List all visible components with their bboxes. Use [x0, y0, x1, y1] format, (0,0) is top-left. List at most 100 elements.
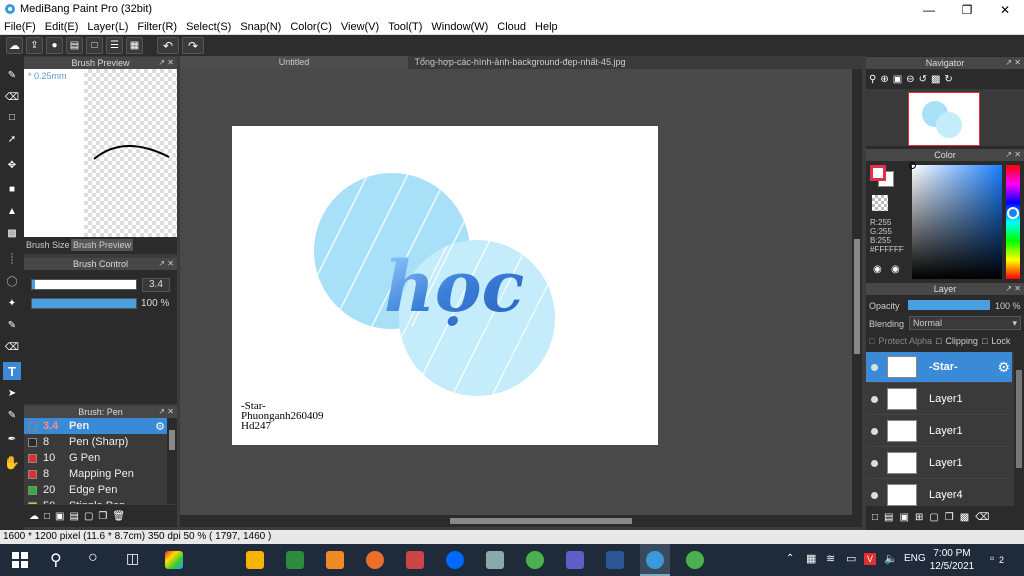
add-brush-icon[interactable]: ▣ [55, 511, 64, 522]
close-button[interactable]: ✕ [986, 0, 1024, 19]
hand-tool[interactable]: ✋ [3, 454, 21, 472]
eye-icon[interactable] [871, 491, 878, 499]
list-button[interactable]: ☰ [106, 37, 123, 54]
duplicate-icon[interactable]: ❐ [98, 511, 107, 522]
brush-item[interactable]: 20 Edge Pen [24, 482, 167, 498]
search-icon[interactable]: ⚲ [50, 550, 62, 570]
new-brush-icon[interactable]: □ [44, 511, 50, 522]
menu-select[interactable]: Select(S) [186, 21, 231, 33]
lasso-tool[interactable]: ◯ [3, 272, 21, 290]
color-square[interactable] [909, 162, 1002, 279]
palette-icon[interactable]: ◉ [873, 264, 882, 275]
cortana-icon[interactable]: ○ [88, 549, 98, 567]
eye-icon[interactable] [871, 363, 878, 371]
layer-list-scrollbar[interactable] [1014, 352, 1024, 506]
vivaldi-tray-icon[interactable]: V [864, 553, 876, 565]
scroll-thumb[interactable] [169, 430, 175, 450]
eyedropper-tool[interactable]: ✒ [3, 430, 21, 448]
medibang-taskbar-button[interactable] [640, 544, 670, 576]
menu-snap[interactable]: Snap(N) [240, 21, 281, 33]
cloud-button[interactable]: ☁ [6, 37, 23, 54]
eraser-tool[interactable]: ⌫ [3, 88, 21, 106]
merge-layer-icon[interactable]: ▩ [960, 512, 969, 523]
primary-color[interactable] [870, 165, 886, 181]
brush-settings-icon[interactable]: ▤ [70, 511, 79, 522]
zoom-in-icon[interactable]: ⊕ [880, 74, 888, 85]
text-tool[interactable]: T [3, 362, 21, 380]
operation-tool[interactable]: ➤ [3, 384, 21, 402]
layer-folder-icon[interactable]: ▢ [929, 512, 938, 523]
vertical-scrollbar[interactable] [852, 69, 862, 515]
menu-cloud[interactable]: Cloud [497, 21, 526, 33]
new-halftone-layer-icon[interactable]: ▤ [884, 512, 893, 523]
teams-icon[interactable] [566, 551, 584, 569]
select-pen-tool[interactable]: ✎ [3, 316, 21, 334]
share-button[interactable]: ⇪ [26, 37, 43, 54]
grid-button[interactable]: ▦ [126, 37, 143, 54]
select-rect-tool[interactable]: ┊ [3, 250, 21, 268]
menu-view[interactable]: View(V) [341, 21, 379, 33]
app-green-icon[interactable] [526, 551, 544, 569]
hscroll-thumb[interactable] [450, 518, 632, 524]
rectangle-tool[interactable]: □ [3, 108, 21, 126]
undo-button[interactable]: ↶ [157, 37, 179, 54]
app-gray-icon[interactable] [486, 551, 504, 569]
size-slider[interactable] [31, 279, 137, 290]
maximize-button[interactable]: ❐ [948, 0, 986, 19]
panel-buttons[interactable]: ↗ ✕ [1005, 57, 1021, 69]
protect-alpha-checkbox[interactable]: □ [869, 336, 874, 346]
app-green2-icon[interactable] [686, 551, 704, 569]
bucket-tool[interactable]: ▲ [3, 202, 21, 220]
magic-wand-tool[interactable]: ✦ [3, 294, 21, 312]
redo-button[interactable]: ↷ [182, 37, 204, 54]
brush-item[interactable]: 50 Stipple Pen [24, 498, 167, 504]
divide-tool[interactable]: ✎ [3, 406, 21, 424]
fit-window-icon[interactable]: ▩ [931, 74, 940, 85]
clock[interactable]: 7:00 PM 12/5/2021 [928, 547, 976, 573]
layer-row[interactable]: -Star- ⚙ [866, 352, 1012, 383]
comment-button[interactable]: ● [46, 37, 63, 54]
app-sublime-icon[interactable] [366, 551, 384, 569]
clipping-checkbox[interactable]: □ [936, 336, 941, 346]
menu-filter[interactable]: Filter(R) [137, 21, 177, 33]
panel-buttons[interactable]: ↗ ✕ [158, 57, 174, 69]
brush-item[interactable]: 8 Pen (Sharp) [24, 434, 167, 450]
blending-select[interactable]: Normal ▾ [909, 316, 1021, 330]
tab-brush-size[interactable]: Brush Size [26, 240, 70, 250]
chrome-icon[interactable] [165, 551, 183, 569]
horizontal-scrollbar[interactable] [180, 515, 862, 527]
fill-rect-tool[interactable]: ■ [3, 180, 21, 198]
file-explorer-icon[interactable] [246, 551, 264, 569]
panel-buttons[interactable]: ↗ ✕ [1005, 149, 1021, 161]
duplicate-layer-icon[interactable]: ❐ [945, 512, 954, 523]
show-hidden-icons[interactable]: ⌃ [786, 553, 794, 564]
minimize-button[interactable]: — [910, 0, 948, 19]
zalo-icon[interactable] [446, 551, 464, 569]
task-view-icon[interactable]: ◫ [126, 550, 139, 567]
zoom-actual-icon[interactable]: ▣ [893, 74, 902, 85]
layer-opacity-slider[interactable] [908, 300, 990, 310]
notification-button[interactable]: ▫ 2 [990, 551, 1006, 567]
brush-item[interactable]: 8 Mapping Pen [24, 466, 167, 482]
tablet-icon[interactable]: ▦ [806, 552, 816, 565]
opacity-slider[interactable] [31, 298, 137, 309]
add-layer-icon[interactable]: ⊞ [915, 512, 923, 523]
navigator-preview[interactable] [866, 89, 1024, 146]
menu-file[interactable]: File(F) [4, 21, 36, 33]
trash-icon[interactable]: 🗑 [112, 511, 125, 522]
volume-icon[interactable]: 🔈 [884, 552, 898, 565]
brush-tool[interactable]: ✎ [3, 66, 21, 84]
layer-row[interactable]: Layer1 [866, 448, 1012, 479]
menu-help[interactable]: Help [535, 21, 558, 33]
hue-cursor[interactable] [1007, 207, 1019, 219]
document-canvas[interactable]: học -Star- Phuonganh260409 Hd247 [232, 126, 658, 445]
zoom-out-icon[interactable]: ⊖ [906, 74, 914, 85]
tab-untitled[interactable]: Untitled [180, 56, 408, 69]
transparent-color[interactable] [872, 195, 888, 211]
gradient-tool[interactable]: ▩ [3, 224, 21, 242]
layer-scroll-thumb[interactable] [1016, 370, 1022, 468]
app-orange-icon[interactable] [326, 551, 344, 569]
eye-icon[interactable] [871, 395, 878, 403]
select-eraser-tool[interactable]: ⌫ [3, 338, 21, 356]
menu-edit[interactable]: Edit(E) [45, 21, 79, 33]
